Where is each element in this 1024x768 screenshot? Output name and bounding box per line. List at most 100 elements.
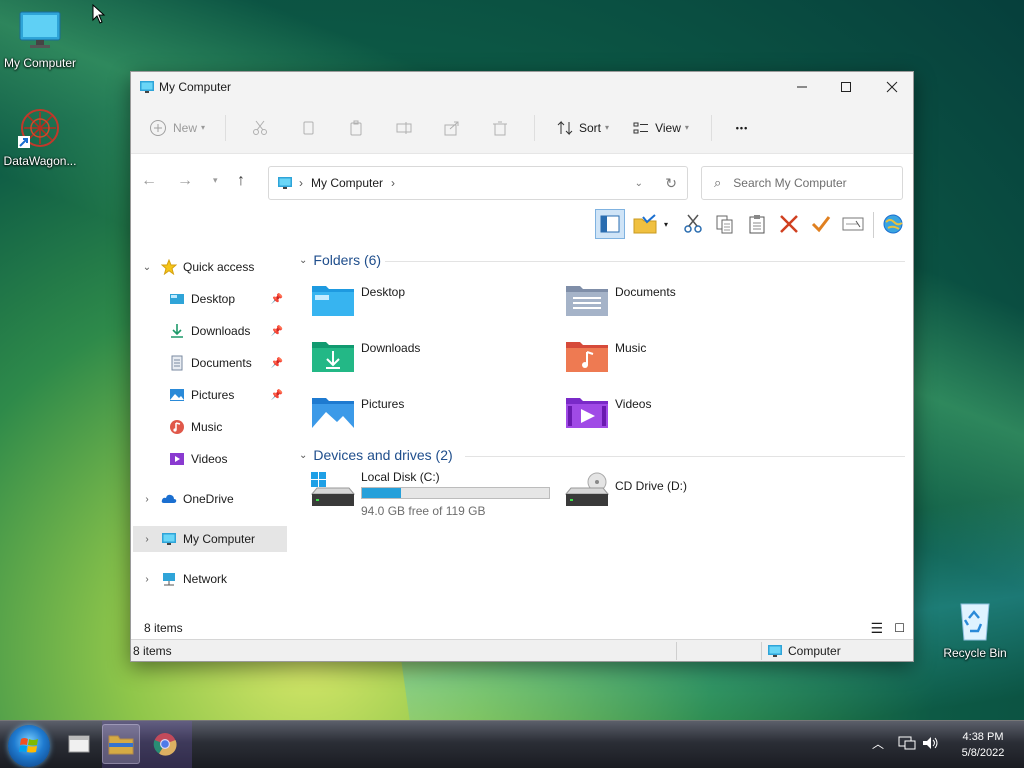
desktop-icon [170,294,184,304]
item-count: 8 items [144,621,183,635]
paste-button[interactable] [332,112,380,144]
computer-icon [768,645,782,657]
address-dropdown-icon[interactable]: ⌄ [635,178,643,189]
minimize-button[interactable] [779,72,825,102]
chevron-right-icon[interactable]: › [141,534,153,545]
nav-item-pictures[interactable]: Pictures 📌 [133,382,287,408]
folder-tile-desktop[interactable]: Desktop [311,282,561,332]
chevron-right-icon[interactable]: › [141,574,153,585]
checkmark-icon [811,216,831,233]
pin-icon[interactable]: 📌 [271,358,283,369]
folder-tile-music[interactable]: Music [565,338,815,388]
nav-onedrive[interactable]: › OneDrive [133,486,287,512]
clock[interactable]: 4:38 PM 5/8/2022 [952,729,1014,761]
chrome-icon [153,733,177,756]
picture-icon [170,389,184,401]
maximize-button[interactable] [823,72,869,102]
pin-icon[interactable]: 📌 [271,294,283,305]
tile-label: Pictures [361,397,405,411]
navigation-pane: ⌄ Quick access Desktop 📌 Downloads 📌 Doc… [131,242,291,614]
cut-tool-button[interactable] [679,210,707,238]
music-folder-icon [566,342,608,372]
volume-icon[interactable] [922,735,940,751]
pin-icon[interactable]: 📌 [271,390,283,401]
legacy-toolbar: ▾ [131,208,913,242]
paste-tool-button[interactable] [743,210,771,238]
nav-item-desktop[interactable]: Desktop 📌 [133,286,287,312]
desktop-icon-my-computer[interactable]: My Computer [0,8,80,70]
nav-my-computer[interactable]: › My Computer [133,526,287,552]
copy-tool-button[interactable] [711,210,739,238]
new-button[interactable]: New ▾ [149,112,215,144]
search-input[interactable]: ⌕ Search My Computer [701,166,903,200]
folder-tile-videos[interactable]: Videos [565,394,815,444]
forward-button[interactable]: → [177,172,193,190]
title-bar[interactable]: My Computer [131,72,913,102]
more-options-button[interactable]: ••• [722,112,762,144]
preview-pane-button[interactable] [595,209,625,239]
large-icons-view-button[interactable]: ☐ [894,621,905,635]
close-button[interactable] [869,72,915,102]
group-header-folders[interactable]: ⌄ Folders (6) [299,252,381,268]
group-header-drives[interactable]: ⌄ Devices and drives (2) [299,447,453,463]
details-view-button[interactable]: ☰ [870,620,883,637]
chevron-down-icon: ▾ [201,123,206,132]
rename-tool-button[interactable] [839,210,867,238]
explorer-window: My Computer New ▾ Sort ▾ View ▾ ••• ← → … [130,71,914,662]
chevron-right-icon[interactable]: › [141,494,153,505]
nav-label: Downloads [191,324,251,338]
start-button[interactable] [8,725,50,767]
folder-icon [108,735,134,755]
folder-options-button[interactable] [631,210,659,238]
nav-item-music[interactable]: Music [133,414,287,440]
nav-item-videos[interactable]: Videos [133,446,287,472]
rename-button[interactable] [380,112,428,144]
folder-check-icon [633,214,657,234]
nav-network[interactable]: › Network [133,566,287,592]
nav-item-downloads[interactable]: Downloads 📌 [133,318,287,344]
sort-button[interactable]: Sort ▾ [545,112,621,144]
up-button[interactable]: ↑ [237,172,245,190]
network-tray-icon[interactable] [898,735,916,751]
scissors-icon [253,120,267,135]
window-title: My Computer [159,80,232,94]
folder-options-dropdown[interactable]: ▾ [659,210,673,238]
network-icon [163,573,175,586]
taskbar-chrome[interactable] [146,724,184,764]
drive-tile-cd-drive[interactable]: CD Drive (D:) [565,472,815,522]
address-bar[interactable]: › My Computer › ⌄ ↻ [268,166,688,200]
datawagon-logo-icon [18,106,62,150]
disk-usage-bar [361,487,550,499]
divider [676,642,677,660]
folder-tile-documents[interactable]: Documents [565,282,815,332]
show-hidden-icons-button[interactable]: ︿ [872,735,884,752]
desktop-icon-recycle-bin[interactable]: Recycle Bin [935,598,1015,660]
folder-tile-downloads[interactable]: Downloads [311,338,561,388]
chevron-down-icon[interactable]: ⌄ [141,262,153,273]
folder-tile-pictures[interactable]: Pictures [311,394,561,444]
back-button[interactable]: ← [141,172,157,190]
clipboard-icon [749,215,765,234]
refresh-icon[interactable]: ↻ [665,175,677,192]
videos-folder-icon [566,398,608,428]
drive-tile-local-disk[interactable]: Local Disk (C:) 94.0 GB free of 119 GB [311,470,561,520]
share-button[interactable] [428,112,476,144]
view-button[interactable]: View ▾ [621,112,701,144]
nav-item-documents[interactable]: Documents 📌 [133,350,287,376]
nav-quick-access[interactable]: ⌄ Quick access [133,254,287,280]
content-area: ⌄ Quick access Desktop 📌 Downloads 📌 Doc… [131,242,913,614]
delete-button[interactable] [476,112,524,144]
copy-button[interactable] [284,112,332,144]
recent-locations-button[interactable]: ▾ [213,175,218,186]
properties-tool-button[interactable] [807,210,835,238]
desktop-icon-datawagon[interactable]: DataWagon... [0,106,80,168]
network-tool-button[interactable] [879,210,907,238]
clipboard-icon [350,120,362,135]
pin-icon[interactable]: 📌 [271,326,283,337]
cut-button[interactable] [236,112,284,144]
breadcrumb-item[interactable]: My Computer [311,176,383,190]
taskbar-file-explorer[interactable] [102,724,140,764]
delete-tool-button[interactable] [775,210,803,238]
taskbar-show-desktop[interactable] [60,724,98,764]
classic-status-bar: 8 items Computer [131,639,913,661]
